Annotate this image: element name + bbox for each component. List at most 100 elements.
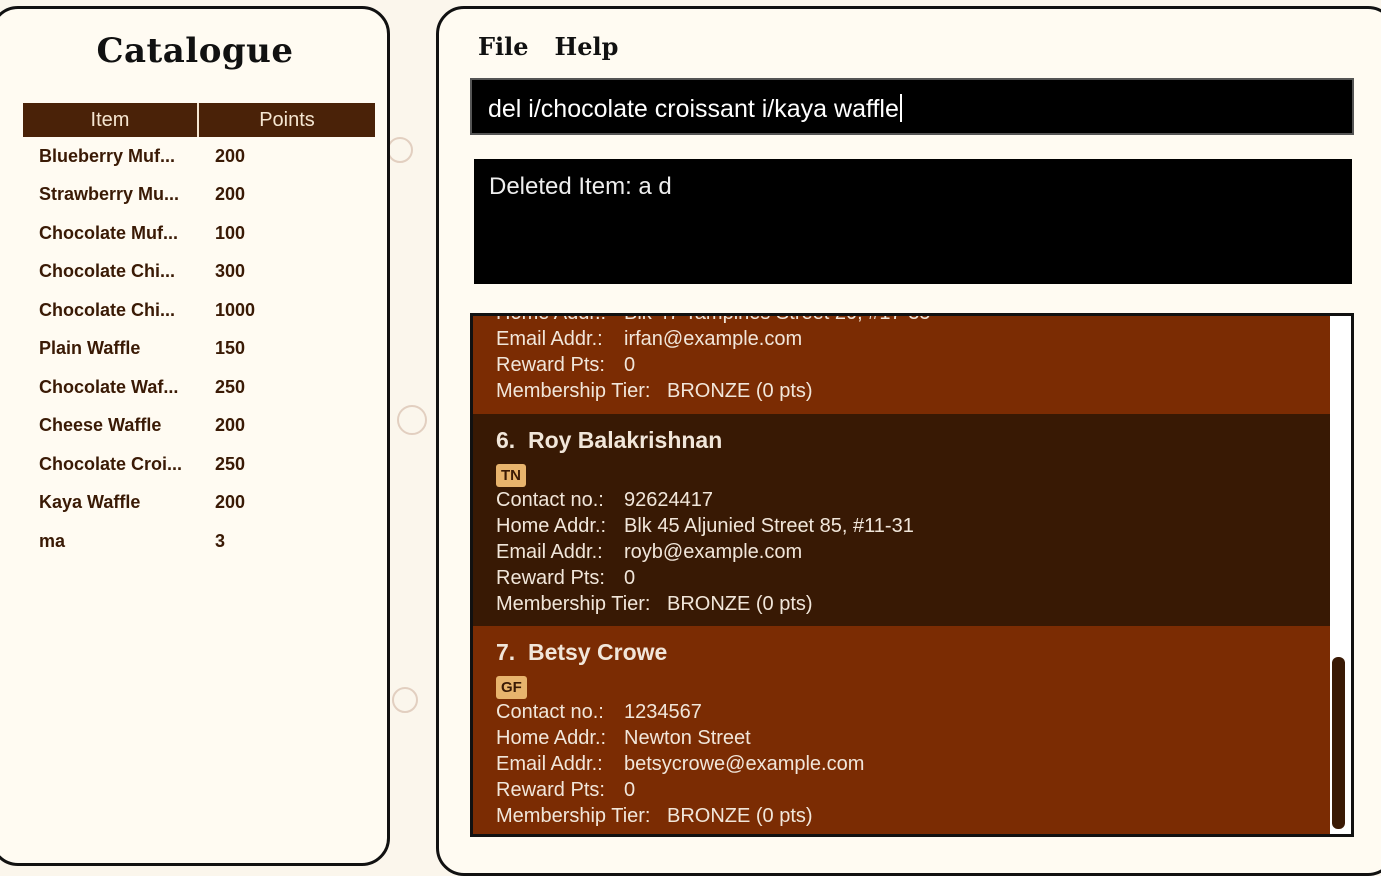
field-label: Reward Pts: <box>496 566 605 589</box>
member-field: Membership Tier: BRONZE (0 pts) <box>496 378 930 404</box>
table-row[interactable]: Chocolate Waf... 250 <box>23 368 375 407</box>
table-row[interactable]: Blueberry Muf... 200 <box>23 137 375 176</box>
member-field: Email Addr.: irfan@example.com <box>496 326 930 352</box>
field-label: Contact no.: <box>496 700 604 723</box>
member-field: Contact no.: 1234567 <box>496 699 1330 725</box>
item-points: 200 <box>215 145 246 166</box>
field-value: BRONZE (0 pts) <box>667 379 813 402</box>
result-text: Deleted Item: a d <box>489 173 672 200</box>
field-value: royb@example.com <box>624 540 803 563</box>
item-points: 250 <box>215 453 246 474</box>
field-value: Blk 47 Tampines Street 20, #17-35 <box>624 316 930 325</box>
member-field: Email Addr.: betsycrowe@example.com <box>496 751 1330 777</box>
item-name: ma <box>39 530 66 551</box>
item-points: 200 <box>215 492 246 513</box>
field-label: Contact no.: <box>496 488 604 511</box>
field-value: irfan@example.com <box>624 327 803 350</box>
item-points: 3 <box>215 530 226 551</box>
member-field: Reward Pts: 0 <box>496 777 1330 803</box>
member-field: Email Addr.: royb@example.com <box>496 539 1330 565</box>
column-header-item[interactable]: Item <box>23 103 199 137</box>
command-input[interactable]: del i/chocolate croissant i/kaya waffle <box>470 78 1354 135</box>
member-field: Reward Pts: 0 <box>496 565 1330 591</box>
member-field: Home Addr.: Blk 45 Aljunied Street 85, #1… <box>496 513 1330 539</box>
member-tag: GF <box>496 676 527 699</box>
item-points: 200 <box>215 415 246 436</box>
member-name-text: Roy Balakrishnan <box>527 427 723 453</box>
member-field: Membership Tier: BRONZE (0 pts) <box>496 803 1330 829</box>
item-name: Chocolate Chi... <box>39 299 176 320</box>
field-label: Home Addr.: <box>496 316 624 325</box>
item-name: Cheese Waffle <box>39 415 162 436</box>
field-value: 0 <box>624 778 636 801</box>
table-row[interactable]: Strawberry Mu... 200 <box>23 176 375 215</box>
item-name: Chocolate Waf... <box>39 376 179 397</box>
member-name-text: Betsy Crowe <box>527 639 668 665</box>
member-card[interactable]: 6. Roy Balakrishnan TN Contact no.: 9262441… <box>473 414 1330 626</box>
member-tag: TN <box>496 464 526 487</box>
column-header-points[interactable]: Points <box>199 103 375 137</box>
result-display: Deleted Item: a d <box>474 159 1352 284</box>
table-row[interactable]: Plain Waffle 150 <box>23 330 375 369</box>
field-label: Reward Pts: <box>496 353 605 376</box>
field-value: 92624417 <box>624 488 713 511</box>
item-points: 1000 <box>215 299 256 320</box>
member-cards: Home Addr.:Blk 47 Tampines Street 20, #1… <box>473 316 1330 834</box>
scrollbar-thumb[interactable] <box>1332 657 1345 829</box>
field-label: Email Addr.: <box>496 327 603 350</box>
table-row[interactable]: ma 3 <box>23 522 375 561</box>
field-value: BRONZE (0 pts) <box>667 804 813 827</box>
field-label: Membership Tier: <box>496 592 651 615</box>
member-name: 6. Roy Balakrishnan <box>496 414 1330 457</box>
table-row[interactable]: Kaya Waffle 200 <box>23 484 375 523</box>
member-name: 7. Betsy Crowe <box>496 626 1330 669</box>
menu-file[interactable]: File <box>478 32 529 61</box>
field-value: 0 <box>624 353 636 376</box>
item-name: Plain Waffle <box>39 338 141 359</box>
item-points: 150 <box>215 338 246 359</box>
text-caret <box>899 94 902 122</box>
item-name: Chocolate Chi... <box>39 261 176 282</box>
catalogue-title: Catalogue <box>96 31 294 71</box>
command-text: del i/chocolate croissant i/kaya waffle <box>488 95 899 123</box>
field-label: Home Addr.: <box>496 726 607 749</box>
item-points: 200 <box>215 184 246 205</box>
field-value: 0 <box>624 566 636 589</box>
member-field: Reward Pts: 0 <box>496 352 930 378</box>
item-name: Chocolate Muf... <box>39 222 178 243</box>
field-label: Home Addr.: <box>496 514 607 537</box>
table-row[interactable]: Cheese Waffle 200 <box>23 407 375 446</box>
item-name: Blueberry Muf... <box>39 145 176 166</box>
field-label: Email Addr.: <box>496 540 603 563</box>
item-points: 100 <box>215 222 246 243</box>
field-label: Membership Tier: <box>496 379 651 402</box>
item-name: Chocolate Croi... <box>39 453 183 474</box>
field-value: Blk 45 Aljunied Street 85, #11-31 <box>624 514 914 537</box>
field-label: Membership Tier: <box>496 804 651 827</box>
menu-help[interactable]: Help <box>555 32 619 61</box>
field-value: BRONZE (0 pts) <box>667 592 813 615</box>
catalogue-table-header: Item Points <box>23 103 375 137</box>
item-name: Kaya Waffle <box>39 492 141 513</box>
member-field: Membership Tier: BRONZE (0 pts) <box>496 591 1330 617</box>
member-list[interactable]: Home Addr.:Blk 47 Tampines Street 20, #1… <box>470 313 1354 837</box>
table-row[interactable]: Chocolate Croi... 250 <box>23 445 375 484</box>
menu-bar: File Help <box>478 32 618 61</box>
field-value: betsycrowe@example.com <box>624 752 865 775</box>
catalogue-rows: Blueberry Muf... 200 Strawberry Mu... 200 Ch… <box>23 137 375 561</box>
field-label: Email Addr.: <box>496 752 603 775</box>
field-value: 1234567 <box>624 700 702 723</box>
member-index: 6. <box>496 427 516 453</box>
field-value: Newton Street <box>624 726 751 749</box>
table-row[interactable]: Chocolate Muf... 100 <box>23 214 375 253</box>
member-card[interactable]: Home Addr.:Blk 47 Tampines Street 20, #1… <box>473 316 1330 414</box>
table-row[interactable]: Chocolate Chi... 300 <box>23 253 375 292</box>
item-name: Strawberry Mu... <box>39 184 180 205</box>
catalogue-table: Item Points Blueberry Muf... 200 Strawberr… <box>23 103 375 561</box>
item-points: 250 <box>215 376 246 397</box>
member-card[interactable]: 7. Betsy Crowe GF Contact no.: 1234567 Home … <box>473 626 1330 834</box>
member-field: Home Addr.: Newton Street <box>496 725 1330 751</box>
field-label: Reward Pts: <box>496 778 605 801</box>
member-field: Home Addr.:Blk 47 Tampines Street 20, #1… <box>496 316 930 326</box>
table-row[interactable]: Chocolate Chi... 1000 <box>23 291 375 330</box>
